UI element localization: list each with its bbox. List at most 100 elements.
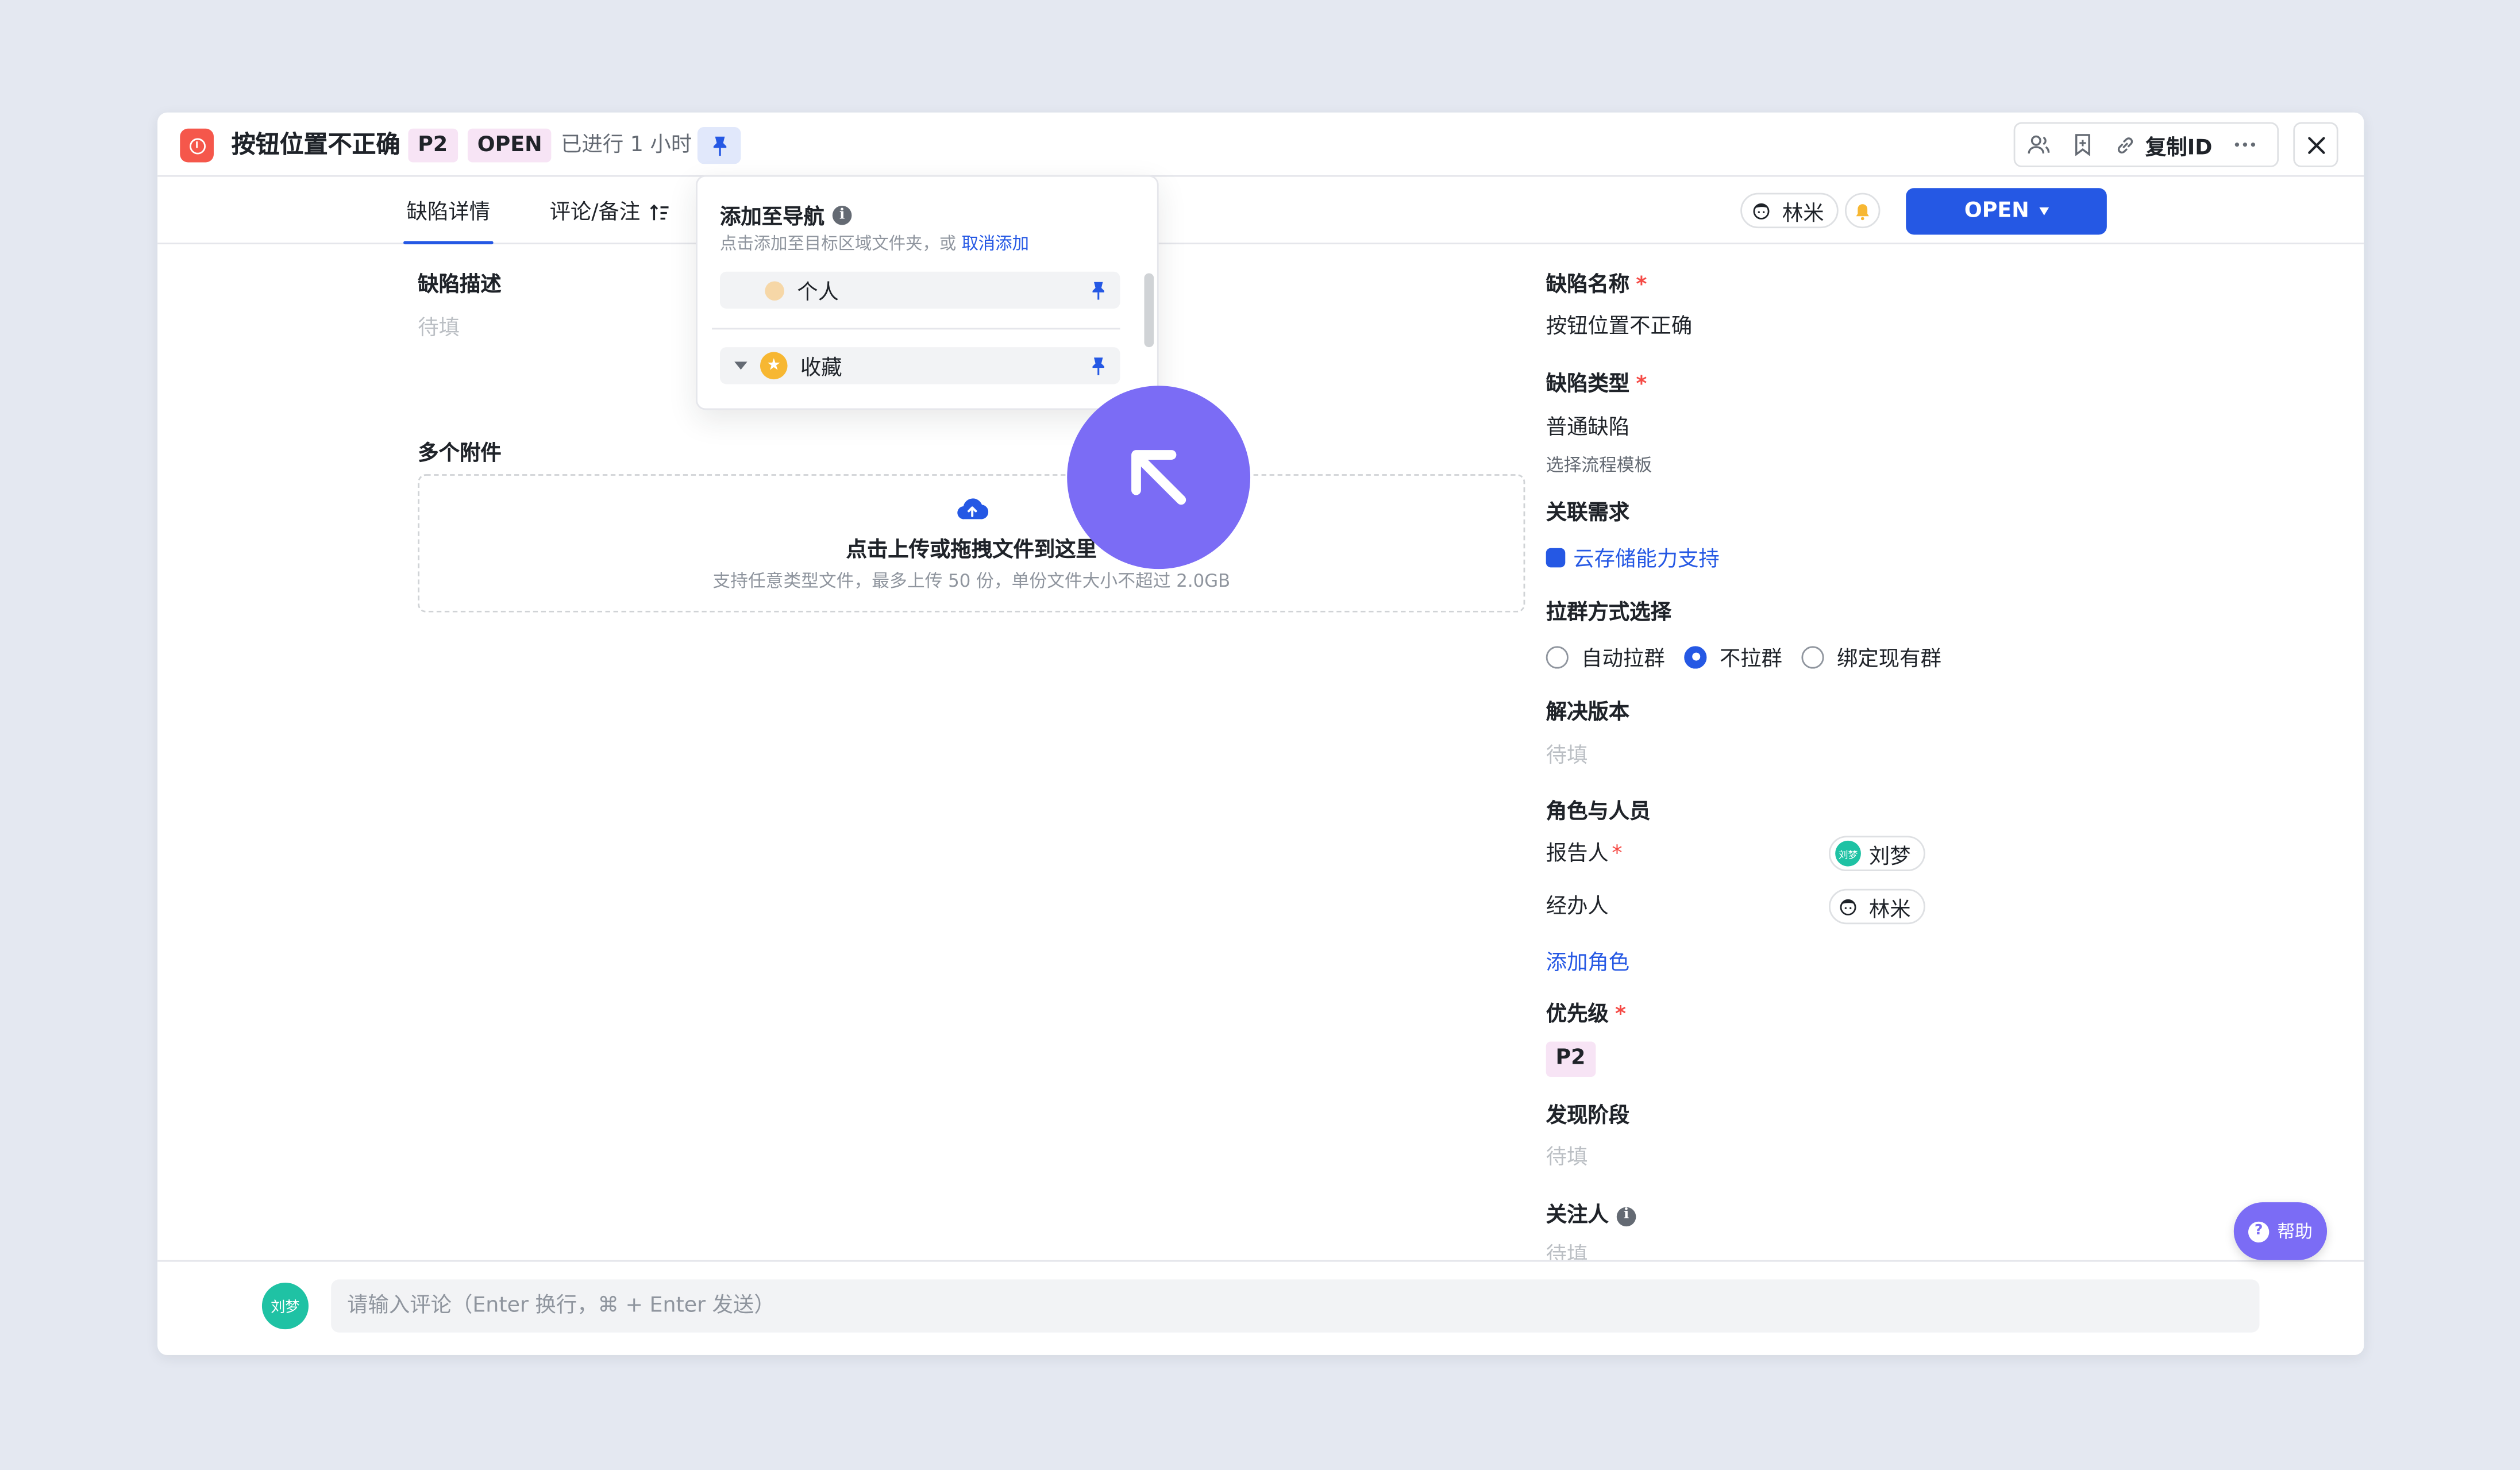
upload-title: 点击上传或拖拽文件到这里 (846, 538, 1097, 563)
group-mode-label: 拉群方式选择 (1546, 601, 1671, 626)
popover-divider (712, 328, 1120, 330)
bug-type-icon (180, 128, 214, 163)
tab-comments-label: 评论/备注 (549, 201, 641, 225)
watchers-label: 关注人 i (1546, 1202, 1636, 1230)
tab-bug-detail[interactable]: 缺陷详情 (403, 199, 494, 245)
sort-icon (650, 204, 669, 221)
nav-folder-favorites[interactable]: ★ 收藏 (720, 347, 1120, 384)
popover-title-text: 添加至导航 (720, 206, 824, 230)
radio-circle-selected (1684, 645, 1707, 668)
nav-folder-personal[interactable]: 个人 (720, 271, 1120, 309)
handler-name: 林米 (1868, 898, 1911, 922)
assignee-name: 林米 (1782, 202, 1824, 226)
priority-tag: P2 (408, 128, 457, 163)
pin-icon[interactable] (1089, 280, 1107, 301)
attachments-label: 多个附件 (418, 442, 502, 467)
info-icon[interactable]: i (1616, 1206, 1636, 1226)
assignee-chip[interactable]: 林米 (1740, 193, 1839, 229)
comment-bar: 刘梦 (157, 1260, 2364, 1355)
reporter-chip[interactable]: 刘梦 刘梦 (1828, 836, 1925, 871)
chevron-down-icon[interactable] (734, 361, 747, 370)
resolve-version-field[interactable]: 待填 (1546, 742, 1588, 770)
more-button[interactable] (2222, 124, 2267, 166)
status-tag: OPEN (467, 128, 552, 163)
tab-comments[interactable]: 评论/备注 (550, 199, 671, 227)
popover-scrollbar[interactable] (1144, 273, 1154, 348)
linked-requirement-text: 云存储能力支持 (1573, 548, 1720, 572)
notify-button[interactable] (1844, 193, 1881, 229)
help-button[interactable]: ? 帮助 (2233, 1202, 2328, 1260)
description-label: 缺陷描述 (418, 273, 502, 298)
bell-icon (1856, 203, 1869, 220)
bug-name-label: 缺陷名称 * (1546, 272, 1647, 299)
reporter-label: 报告人 * (1546, 841, 1623, 868)
help-icon: ? (2248, 1221, 2269, 1242)
radio-label: 自动拉群 (1581, 648, 1665, 672)
bug-detail-window: 按钮位置不正确 P2 OPEN 已进行 1 小时 复制ID 缺陷详情 评论/备注… (157, 112, 2364, 1355)
bug-title[interactable]: 按钮位置不正确 (232, 129, 400, 163)
page-root: 按钮位置不正确 P2 OPEN 已进行 1 小时 复制ID 缺陷详情 评论/备注… (0, 0, 2520, 1469)
radio-label: 绑定现有群 (1837, 648, 1941, 672)
popover-title: 添加至导航 i (720, 199, 852, 230)
handler-avatar (1835, 894, 1861, 919)
watchers-label-text: 关注人 (1546, 1203, 1609, 1228)
bug-type-label-text: 缺陷类型 (1546, 372, 1630, 397)
handler-label: 经办人 (1546, 895, 1609, 919)
reporter-name: 刘梦 (1868, 844, 1911, 869)
members-button[interactable] (2015, 124, 2060, 166)
nav-folder-label: 收藏 (800, 356, 842, 381)
cancel-add-link[interactable]: 取消添加 (962, 234, 1029, 254)
copy-id-button[interactable]: 复制ID (2105, 124, 2222, 166)
roles-label: 角色与人员 (1546, 800, 1651, 825)
description-field[interactable]: 待填 (418, 315, 460, 343)
bug-name-label-text: 缺陷名称 (1546, 273, 1630, 298)
pin-button[interactable] (697, 126, 741, 164)
reporter-label-text: 报告人 (1546, 842, 1609, 867)
radio-bind-group[interactable]: 绑定现有群 (1801, 641, 1941, 672)
select-template-link[interactable]: 选择流程模板 (1546, 455, 1652, 478)
priority-value[interactable]: P2 (1546, 1041, 1596, 1077)
pin-icon[interactable] (1089, 355, 1107, 376)
radio-circle (1546, 645, 1569, 668)
handler-chip[interactable]: 林米 (1828, 888, 1925, 925)
personal-folder-icon (765, 280, 784, 300)
required-mark: * (1615, 1003, 1627, 1028)
close-icon (2307, 136, 2325, 153)
priority-label-text: 优先级 (1546, 1003, 1609, 1028)
resolve-version-label: 解决版本 (1546, 701, 1630, 725)
add-role-link[interactable]: 添加角色 (1546, 945, 1629, 976)
bookmark-button[interactable] (2060, 124, 2105, 166)
add-to-nav-popover: 添加至导航 i 点击添加至目标区域文件夹，或 取消添加 个人 ★ 收藏 (696, 175, 1159, 410)
face-avatar-icon (1840, 898, 1856, 915)
more-icon (2234, 143, 2255, 147)
header-toolbar: 复制ID (2013, 122, 2279, 167)
bug-name-value[interactable]: 按钮位置不正确 (1546, 313, 1693, 341)
info-icon[interactable]: i (832, 205, 852, 225)
found-stage-field[interactable]: 待填 (1546, 1144, 1588, 1172)
status-dropdown-button[interactable]: OPEN (1906, 188, 2107, 235)
close-button[interactable] (2293, 122, 2338, 167)
group-mode-radio-group: 自动拉群 不拉群 绑定现有群 (1546, 641, 1961, 672)
radio-circle (1801, 645, 1824, 668)
required-mark: * (1636, 372, 1647, 397)
radio-auto-group[interactable]: 自动拉群 (1546, 641, 1665, 672)
linked-requirement[interactable]: 云存储能力支持 (1546, 542, 1720, 572)
star-icon: ★ (760, 352, 788, 380)
chevron-down-icon (2039, 207, 2049, 216)
requirement-icon (1546, 547, 1566, 567)
cursor-indicator (1067, 386, 1251, 569)
linked-requirement-label: 关联需求 (1546, 501, 1630, 526)
radio-no-group[interactable]: 不拉群 (1684, 641, 1782, 672)
bug-type-label: 缺陷类型 * (1546, 371, 1647, 399)
comment-input[interactable] (331, 1279, 2260, 1333)
cloud-upload-icon (957, 498, 989, 519)
status-button-label: OPEN (1964, 199, 2029, 224)
found-stage-label: 发现阶段 (1546, 1104, 1630, 1129)
copy-id-label: 复制ID (2145, 136, 2213, 160)
arrow-up-left-icon (1131, 450, 1186, 505)
bug-type-value[interactable]: 普通缺陷 (1546, 415, 1629, 442)
upload-dropzone[interactable]: 点击上传或拖拽文件到这里 支持任意类型文件，最多上传 50 份，单份文件大小不超… (418, 474, 1525, 613)
popover-hint: 点击添加至目标区域文件夹，或 取消添加 (720, 232, 1029, 256)
tabs-row: 缺陷详情 评论/备注 林米 OPEN (157, 177, 2364, 245)
face-avatar-icon (1753, 202, 1770, 219)
